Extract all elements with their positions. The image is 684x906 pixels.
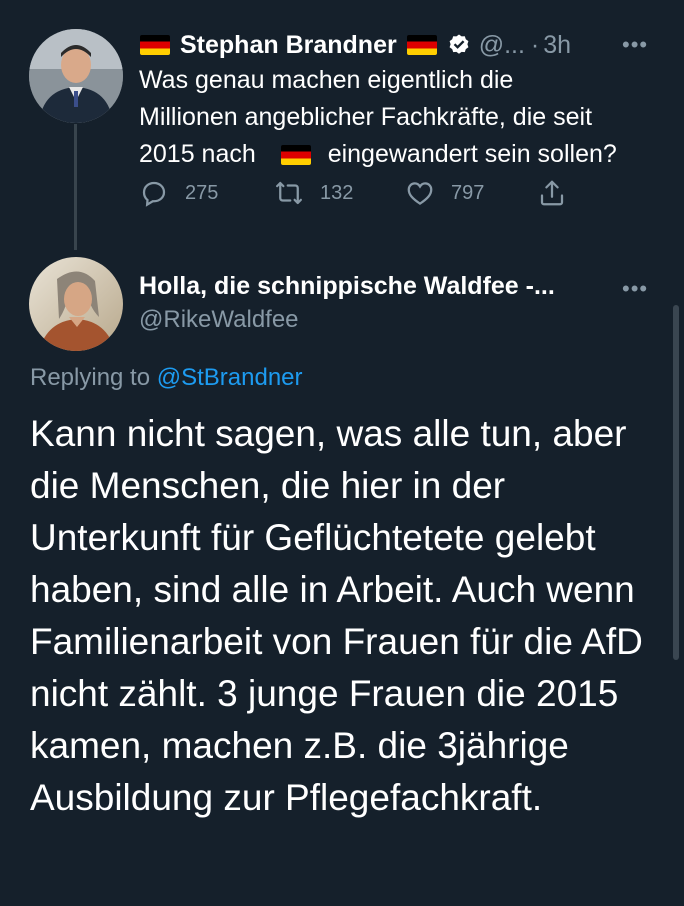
parent-tweet-actions: 275 132 797: [139, 178, 567, 208]
reply-tweet-text: Kann nicht sagen, was alle tun, aber die…: [30, 413, 643, 818]
reply-action[interactable]: 275: [139, 178, 274, 208]
more-icon[interactable]: •••: [622, 32, 648, 58]
more-icon[interactable]: •••: [622, 276, 648, 302]
german-flag-icon: [140, 35, 170, 55]
parent-tweet-time[interactable]: 3h: [543, 31, 571, 60]
replying-to-mention[interactable]: @StBrandner: [157, 364, 303, 391]
replying-to-text: Replying to: [30, 364, 151, 391]
like-action[interactable]: 797: [405, 178, 537, 208]
parent-text-line: Was genau machen eigentlich die: [139, 66, 514, 94]
verified-badge-icon: [447, 33, 471, 57]
parent-author-avatar[interactable]: [29, 29, 123, 123]
reply-author-name[interactable]: Holla, die schnippische Waldfee -...: [139, 272, 555, 301]
reply-author-handle[interactable]: @RikeWaldfee: [139, 306, 299, 334]
parent-tweet-header: Stephan Brandner @... · 3h: [140, 28, 571, 62]
like-count: 797: [451, 181, 485, 204]
parent-text-line: 2015 nach eingewandert sein sollen?: [139, 136, 659, 173]
retweet-icon[interactable]: [274, 178, 304, 208]
share-icon[interactable]: [537, 178, 567, 208]
german-flag-icon: [280, 145, 311, 166]
retweet-action[interactable]: 132: [274, 178, 405, 208]
parent-text-line: Millionen angeblicher Fachkräfte, die se…: [139, 103, 593, 131]
parent-tweet-text: Was genau machen eigentlich die Millione…: [139, 62, 659, 173]
reply-count: 275: [185, 181, 219, 204]
retweet-count: 132: [320, 181, 354, 204]
heart-icon[interactable]: [405, 178, 435, 208]
parent-text-fragment: 2015 nach: [139, 140, 256, 168]
share-action[interactable]: [537, 178, 567, 208]
reply-author-avatar[interactable]: [29, 257, 123, 351]
scrollbar[interactable]: [673, 305, 679, 660]
parent-author-name[interactable]: Stephan Brandner: [180, 31, 397, 60]
reply-icon[interactable]: [139, 178, 169, 208]
replying-to-label: Replying to @StBrandner: [30, 364, 303, 392]
time-separator: ·: [530, 30, 540, 59]
german-flag-icon: [406, 35, 437, 55]
parent-text-fragment: eingewandert sein sollen?: [327, 140, 617, 168]
thread-connector-line: [74, 124, 77, 250]
parent-author-handle[interactable]: @...: [479, 31, 525, 60]
